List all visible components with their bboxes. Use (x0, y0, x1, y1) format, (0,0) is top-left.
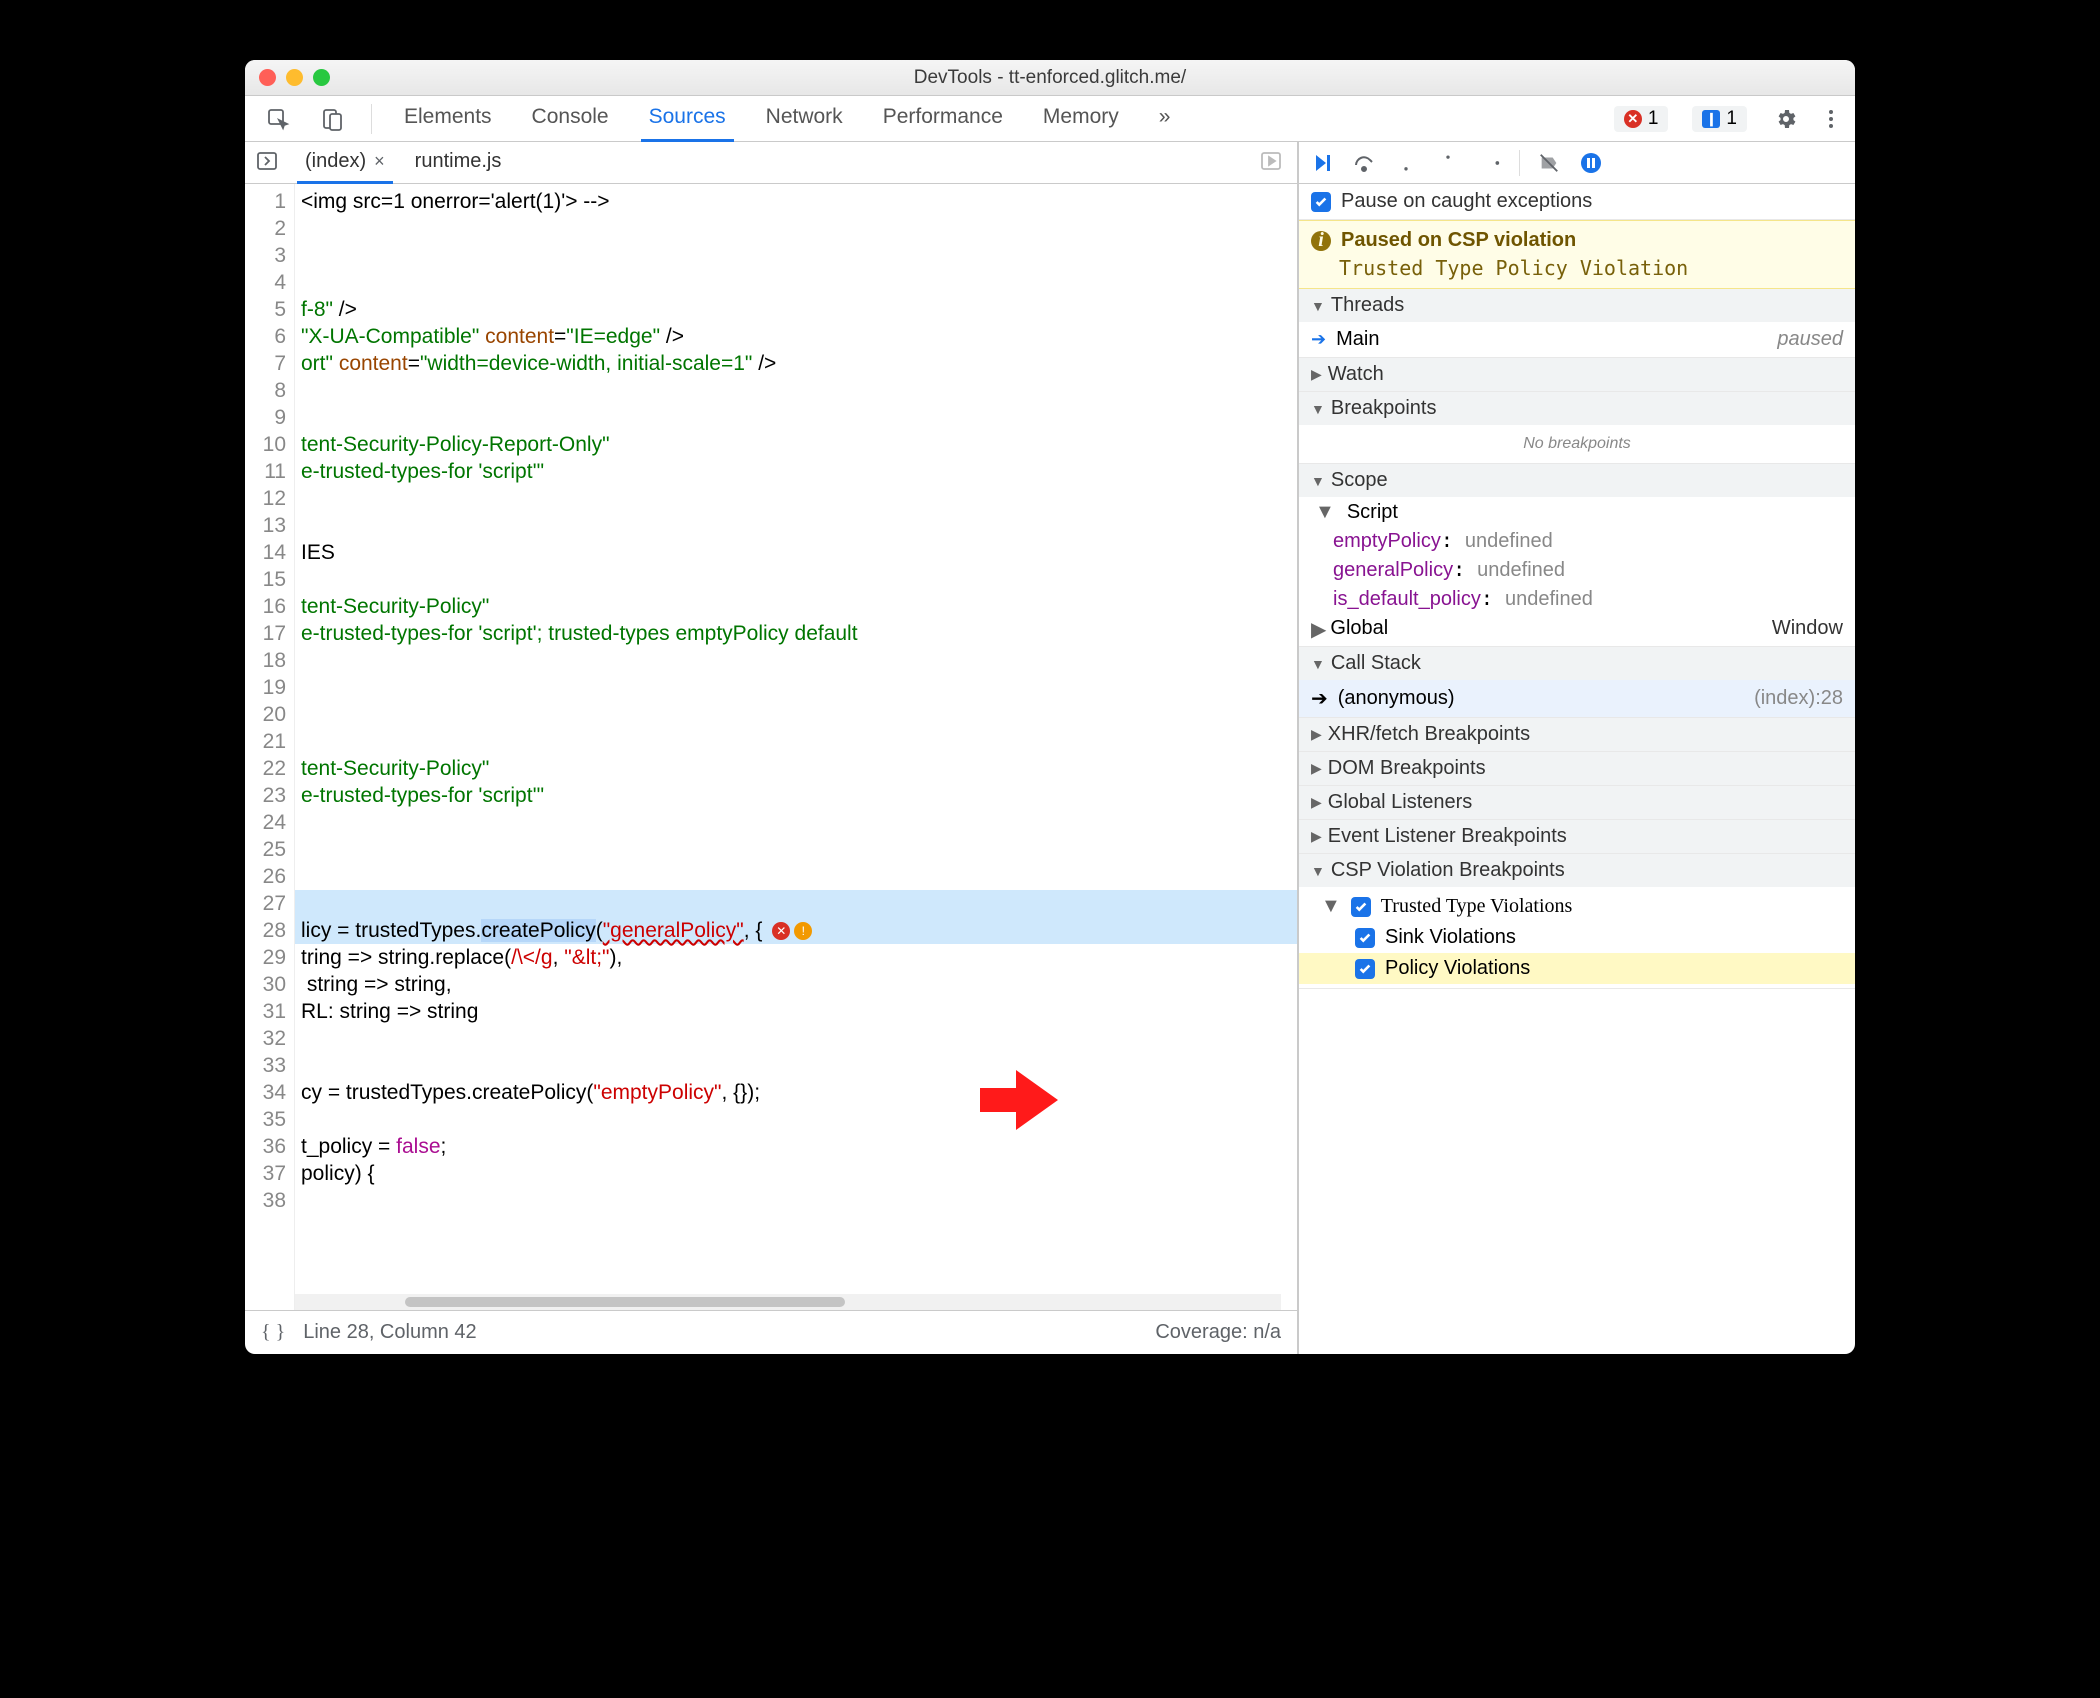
watch-header[interactable]: ▶Watch (1299, 358, 1855, 391)
chevron-right-icon: ▶ (1311, 726, 1322, 743)
chevron-down-icon: ▼ (1311, 863, 1325, 879)
thread-main-row[interactable]: ➔Mainpaused (1299, 322, 1855, 357)
no-breakpoints-msg: No breakpoints (1299, 425, 1855, 463)
tab-performance[interactable]: Performance (875, 96, 1011, 142)
step-icon[interactable] (1477, 150, 1503, 176)
scope-global-row[interactable]: ▶GlobalWindow (1299, 613, 1855, 646)
kebab-menu-icon[interactable] (1825, 110, 1837, 128)
braces-icon[interactable]: { } (261, 1321, 285, 1344)
chevron-down-icon: ▼ (1311, 298, 1325, 314)
chevron-right-icon: ▶ (1311, 828, 1322, 845)
tab-sources[interactable]: Sources (641, 96, 734, 142)
horizontal-scrollbar[interactable] (295, 1294, 1281, 1310)
chevron-right-icon: ▶ (1311, 366, 1322, 383)
cursor-position: Line 28, Column 42 (303, 1321, 476, 1344)
scope-var-row[interactable]: emptyPolicy: undefined (1299, 526, 1855, 555)
xhr-breakpoints-header[interactable]: ▶XHR/fetch Breakpoints (1299, 718, 1855, 751)
scope-header[interactable]: ▼Scope (1299, 464, 1855, 497)
navigator-toggle-icon[interactable] (255, 149, 283, 177)
coverage-status: Coverage: n/a (1155, 1321, 1281, 1344)
event-listener-breakpoints-header[interactable]: ▶Event Listener Breakpoints (1299, 820, 1855, 853)
devtools-window: DevTools - tt-enforced.glitch.me/ Elemen… (245, 60, 1855, 1354)
issues-count-badge[interactable]: ❙ 1 (1692, 106, 1747, 132)
error-icon: ✕ (1624, 110, 1642, 128)
csp-sink-violations-row[interactable]: Sink Violations (1299, 922, 1855, 953)
source-pane: (index) × runtime.js 1234567891011121314… (245, 142, 1299, 1354)
info-icon: i (1311, 231, 1331, 251)
pause-caught-label: Pause on caught exceptions (1341, 190, 1592, 213)
checkbox-checked-icon[interactable] (1311, 192, 1331, 212)
code-editor[interactable]: 1234567891011121314151617181920212223242… (245, 184, 1297, 1310)
scope-script-row[interactable]: ▼ Script (1299, 497, 1855, 526)
close-window-button[interactable] (259, 69, 276, 86)
checkbox-checked-icon[interactable] (1355, 928, 1375, 948)
source-tab-bar: (index) × runtime.js (245, 142, 1297, 184)
device-mode-icon[interactable] (317, 104, 347, 134)
content-area: (index) × runtime.js 1234567891011121314… (245, 142, 1855, 1354)
source-tab-label: (index) (305, 150, 366, 173)
window-title: DevTools - tt-enforced.glitch.me/ (245, 67, 1855, 89)
chevron-down-icon: ▼ (1311, 401, 1325, 417)
source-tab-runtime[interactable]: runtime.js (407, 142, 510, 184)
deactivate-breakpoints-icon[interactable] (1536, 150, 1562, 176)
paused-title: Paused on CSP violation (1341, 229, 1576, 252)
tab-network[interactable]: Network (758, 96, 851, 142)
callstack-header[interactable]: ▼Call Stack (1299, 647, 1855, 680)
zoom-window-button[interactable] (313, 69, 330, 86)
tab-console[interactable]: Console (524, 96, 617, 142)
panel-tab-bar: Elements Console Sources Network Perform… (245, 96, 1855, 142)
debugger-toolbar (1299, 142, 1855, 184)
error-count: 1 (1648, 108, 1659, 130)
checkbox-checked-icon[interactable] (1355, 959, 1375, 979)
step-out-icon[interactable] (1435, 150, 1461, 176)
status-bar: { } Line 28, Column 42 Coverage: n/a (245, 1310, 1297, 1354)
chevron-right-icon: ▶ (1311, 760, 1322, 777)
tab-memory[interactable]: Memory (1035, 96, 1127, 142)
issues-count: 1 (1726, 108, 1737, 130)
code-lines[interactable]: <img src=1 onerror='alert(1)'> --> f-8" … (295, 184, 1297, 1310)
chevron-down-icon: ▼ (1311, 656, 1325, 672)
scope-var-row[interactable]: generalPolicy: undefined (1299, 555, 1855, 584)
step-into-icon[interactable] (1393, 150, 1419, 176)
chevron-right-icon: ▶ (1311, 794, 1322, 811)
minimize-window-button[interactable] (286, 69, 303, 86)
threads-header[interactable]: ▼Threads (1299, 289, 1855, 322)
error-count-badge[interactable]: ✕ 1 (1614, 106, 1669, 132)
issues-icon: ❙ (1702, 110, 1720, 128)
csp-violation-breakpoints-header[interactable]: ▼CSP Violation Breakpoints (1299, 854, 1855, 887)
debugger-pane: Pause on caught exceptions i Paused on CS… (1299, 142, 1855, 1354)
traffic-lights (259, 69, 330, 86)
paused-detail: Trusted Type Policy Violation (1311, 252, 1843, 280)
tab-elements[interactable]: Elements (396, 96, 500, 142)
csp-policy-violations-row[interactable]: Policy Violations (1299, 953, 1855, 984)
source-tab-index[interactable]: (index) × (297, 142, 393, 184)
callstack-frame[interactable]: ➔(anonymous)(index):28 (1299, 680, 1855, 717)
gear-icon[interactable] (1771, 104, 1801, 134)
checkbox-checked-icon[interactable] (1351, 897, 1371, 917)
close-icon[interactable]: × (374, 151, 385, 172)
pointer-icon: ➔ (1311, 686, 1328, 711)
resume-icon[interactable] (1309, 150, 1335, 176)
scope-var-row[interactable]: is_default_policy: undefined (1299, 584, 1855, 613)
run-snippet-icon[interactable] (1259, 149, 1287, 177)
line-number-gutter: 1234567891011121314151617181920212223242… (245, 184, 295, 1310)
dom-breakpoints-header[interactable]: ▶DOM Breakpoints (1299, 752, 1855, 785)
separator (371, 104, 372, 134)
paused-reason-banner: i Paused on CSP violation Trusted Type Po… (1299, 220, 1855, 289)
inspect-element-icon[interactable] (263, 104, 293, 134)
pause-caught-exceptions-row[interactable]: Pause on caught exceptions (1299, 184, 1855, 220)
tab-more[interactable]: » (1151, 96, 1179, 142)
step-over-icon[interactable] (1351, 150, 1377, 176)
pointer-icon: ➔ (1311, 329, 1326, 350)
pause-on-exceptions-icon[interactable] (1578, 150, 1604, 176)
global-listeners-header[interactable]: ▶Global Listeners (1299, 786, 1855, 819)
source-tab-label: runtime.js (415, 150, 502, 173)
csp-trusted-type-row[interactable]: ▼Trusted Type Violations (1299, 891, 1855, 922)
titlebar: DevTools - tt-enforced.glitch.me/ (245, 60, 1855, 96)
breakpoints-header[interactable]: ▼Breakpoints (1299, 392, 1855, 425)
scrollbar-thumb[interactable] (405, 1297, 845, 1307)
chevron-down-icon: ▼ (1311, 473, 1325, 489)
